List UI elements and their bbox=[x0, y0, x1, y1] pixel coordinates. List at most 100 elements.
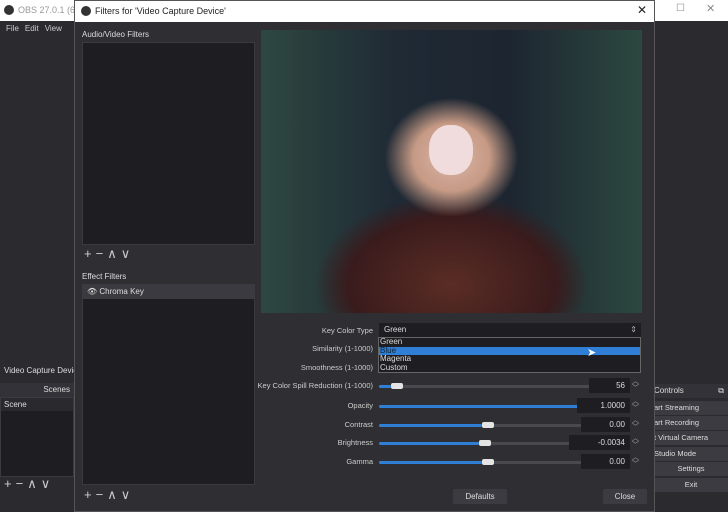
similarity-label: Similarity (1-1000) bbox=[312, 344, 373, 353]
spin-down-icon[interactable]: ﹀ bbox=[631, 442, 640, 449]
start-streaming-button[interactable]: art Streaming bbox=[652, 401, 728, 415]
scenes-list: Scene bbox=[0, 397, 74, 477]
slider-handle[interactable] bbox=[478, 440, 491, 446]
close-button[interactable]: Close bbox=[603, 489, 647, 504]
spin-down-icon[interactable]: ﹀ bbox=[631, 461, 640, 468]
spin-up-icon[interactable]: ︿ bbox=[631, 398, 640, 405]
option-blue[interactable]: Blue bbox=[379, 346, 640, 355]
move-down-icon[interactable]: ∨ bbox=[121, 487, 135, 502]
slider-value-input[interactable]: 1.0000 bbox=[577, 398, 630, 413]
filters-dialog: Filters for 'Video Capture Device' ✕ Aud… bbox=[74, 0, 655, 512]
menu-view[interactable]: View bbox=[45, 24, 62, 33]
audio-video-filters-list[interactable] bbox=[82, 42, 255, 245]
exit-button[interactable]: Exit bbox=[652, 478, 728, 492]
move-down-icon[interactable]: ∨ bbox=[121, 246, 135, 261]
obs-logo-icon bbox=[4, 5, 14, 15]
menu-edit[interactable]: Edit bbox=[25, 24, 39, 33]
slider-value-input[interactable]: -0.0034 bbox=[569, 435, 630, 450]
slider-fill bbox=[379, 442, 479, 445]
spin-down-icon[interactable]: ﹀ bbox=[631, 405, 640, 412]
controls-title: Controls bbox=[654, 386, 684, 395]
add-filter-icon[interactable]: + bbox=[84, 246, 96, 261]
spin-down-icon[interactable]: ﹀ bbox=[631, 424, 640, 431]
option-green[interactable]: Green bbox=[379, 337, 640, 347]
slider-fill bbox=[379, 424, 482, 427]
defaults-button[interactable]: Defaults bbox=[453, 489, 507, 504]
spin-arrows: ︿ ﹀ bbox=[631, 417, 640, 431]
key-color-type-select[interactable]: Green ⇕ bbox=[379, 323, 641, 337]
slider-handle[interactable] bbox=[391, 383, 404, 389]
remove-filter-icon[interactable]: − bbox=[96, 487, 108, 502]
slider-fill bbox=[379, 385, 392, 388]
slider-label: Contrast bbox=[344, 420, 373, 429]
slider-fill bbox=[379, 405, 581, 408]
controls-header: Controls ⧉ bbox=[652, 384, 728, 398]
slider-handle[interactable] bbox=[481, 459, 494, 465]
spin-up-icon[interactable]: ︿ bbox=[631, 435, 640, 442]
spin-down-icon[interactable]: ﹀ bbox=[631, 385, 640, 392]
filter-name: Chroma Key bbox=[99, 287, 144, 296]
spin-up-icon[interactable]: ︿ bbox=[631, 454, 640, 461]
eye-icon[interactable]: 👁 bbox=[87, 287, 97, 296]
slider-value-input[interactable]: 56 bbox=[589, 378, 630, 393]
spin-arrows: ︿ ﹀ bbox=[631, 454, 640, 468]
slider-label: Key Color Spill Reduction (1-1000) bbox=[257, 381, 373, 390]
menu-bar: File Edit View bbox=[0, 21, 74, 37]
remove-filter-icon[interactable]: − bbox=[96, 246, 108, 261]
slider-value-input[interactable]: 0.00 bbox=[581, 454, 630, 469]
slider-fill bbox=[379, 461, 482, 464]
dialog-title: Filters for 'Video Capture Device' bbox=[95, 6, 226, 16]
key-color-type-label: Key Color Type bbox=[321, 326, 373, 335]
selected-value: Green bbox=[384, 325, 407, 334]
move-up-icon[interactable]: ∧ bbox=[27, 476, 41, 491]
dialog-title-bar: Filters for 'Video Capture Device' ✕ bbox=[75, 1, 654, 22]
option-custom[interactable]: Custom bbox=[379, 363, 640, 373]
obs-logo-icon bbox=[81, 6, 91, 16]
move-up-icon[interactable]: ∧ bbox=[107, 487, 121, 502]
move-down-icon[interactable]: ∨ bbox=[41, 476, 55, 491]
dialog-close-button[interactable]: ✕ bbox=[637, 3, 647, 17]
start-virtual-camera-button[interactable]: t Virtual Camera bbox=[652, 431, 728, 445]
scene-controls: +−∧∨ bbox=[4, 476, 54, 492]
select-arrows-icon: ⇕ bbox=[630, 325, 637, 334]
effect-filter-controls: +−∧∨ bbox=[84, 487, 134, 503]
key-color-dropdown: Green Blue Magenta Custom bbox=[378, 337, 641, 373]
effect-filters-list[interactable]: 👁 Chroma Key bbox=[82, 284, 255, 485]
audio-video-filters-label: Audio/Video Filters bbox=[82, 30, 149, 39]
slider-label: Gamma bbox=[346, 457, 373, 466]
slider[interactable] bbox=[379, 403, 593, 409]
start-recording-button[interactable]: art Recording bbox=[652, 416, 728, 430]
slider-handle[interactable] bbox=[481, 422, 494, 428]
move-up-icon[interactable]: ∧ bbox=[107, 246, 121, 261]
maximize-button[interactable]: ☐ bbox=[676, 3, 685, 14]
smoothness-label: Smoothness (1-1000) bbox=[300, 363, 373, 372]
main-close-button[interactable]: ✕ bbox=[706, 2, 715, 15]
video-preview bbox=[261, 30, 642, 313]
spin-arrows: ︿ ﹀ bbox=[631, 435, 640, 449]
option-magenta[interactable]: Magenta bbox=[379, 354, 640, 364]
studio-mode-button[interactable]: Studio Mode bbox=[652, 447, 728, 461]
remove-scene-icon[interactable]: − bbox=[16, 476, 28, 491]
menu-file[interactable]: File bbox=[6, 24, 19, 33]
mouse-cursor-icon: ➤ bbox=[587, 347, 597, 359]
source-label: Video Capture Device bbox=[4, 366, 82, 375]
spin-arrows: ︿ ﹀ bbox=[631, 398, 640, 412]
spin-up-icon[interactable]: ︿ bbox=[631, 417, 640, 424]
effect-filters-label: Effect Filters bbox=[82, 272, 127, 281]
add-scene-icon[interactable]: + bbox=[4, 476, 16, 491]
scene-item[interactable]: Scene bbox=[1, 398, 73, 411]
slider[interactable] bbox=[379, 440, 590, 446]
slider[interactable] bbox=[379, 459, 596, 465]
slider[interactable] bbox=[379, 383, 606, 389]
spin-up-icon[interactable]: ︿ bbox=[631, 378, 640, 385]
scenes-header: Scenes bbox=[0, 383, 74, 397]
settings-button[interactable]: Settings bbox=[652, 462, 728, 476]
filter-item-chroma-key[interactable]: 👁 Chroma Key bbox=[83, 285, 254, 299]
undock-icon[interactable]: ⧉ bbox=[718, 384, 724, 398]
slider-value-input[interactable]: 0.00 bbox=[581, 417, 630, 432]
preview-mask bbox=[429, 125, 473, 175]
add-filter-icon[interactable]: + bbox=[84, 487, 96, 502]
slider[interactable] bbox=[379, 422, 596, 428]
av-filter-controls: +−∧∨ bbox=[84, 246, 134, 262]
slider-label: Opacity bbox=[347, 401, 373, 410]
